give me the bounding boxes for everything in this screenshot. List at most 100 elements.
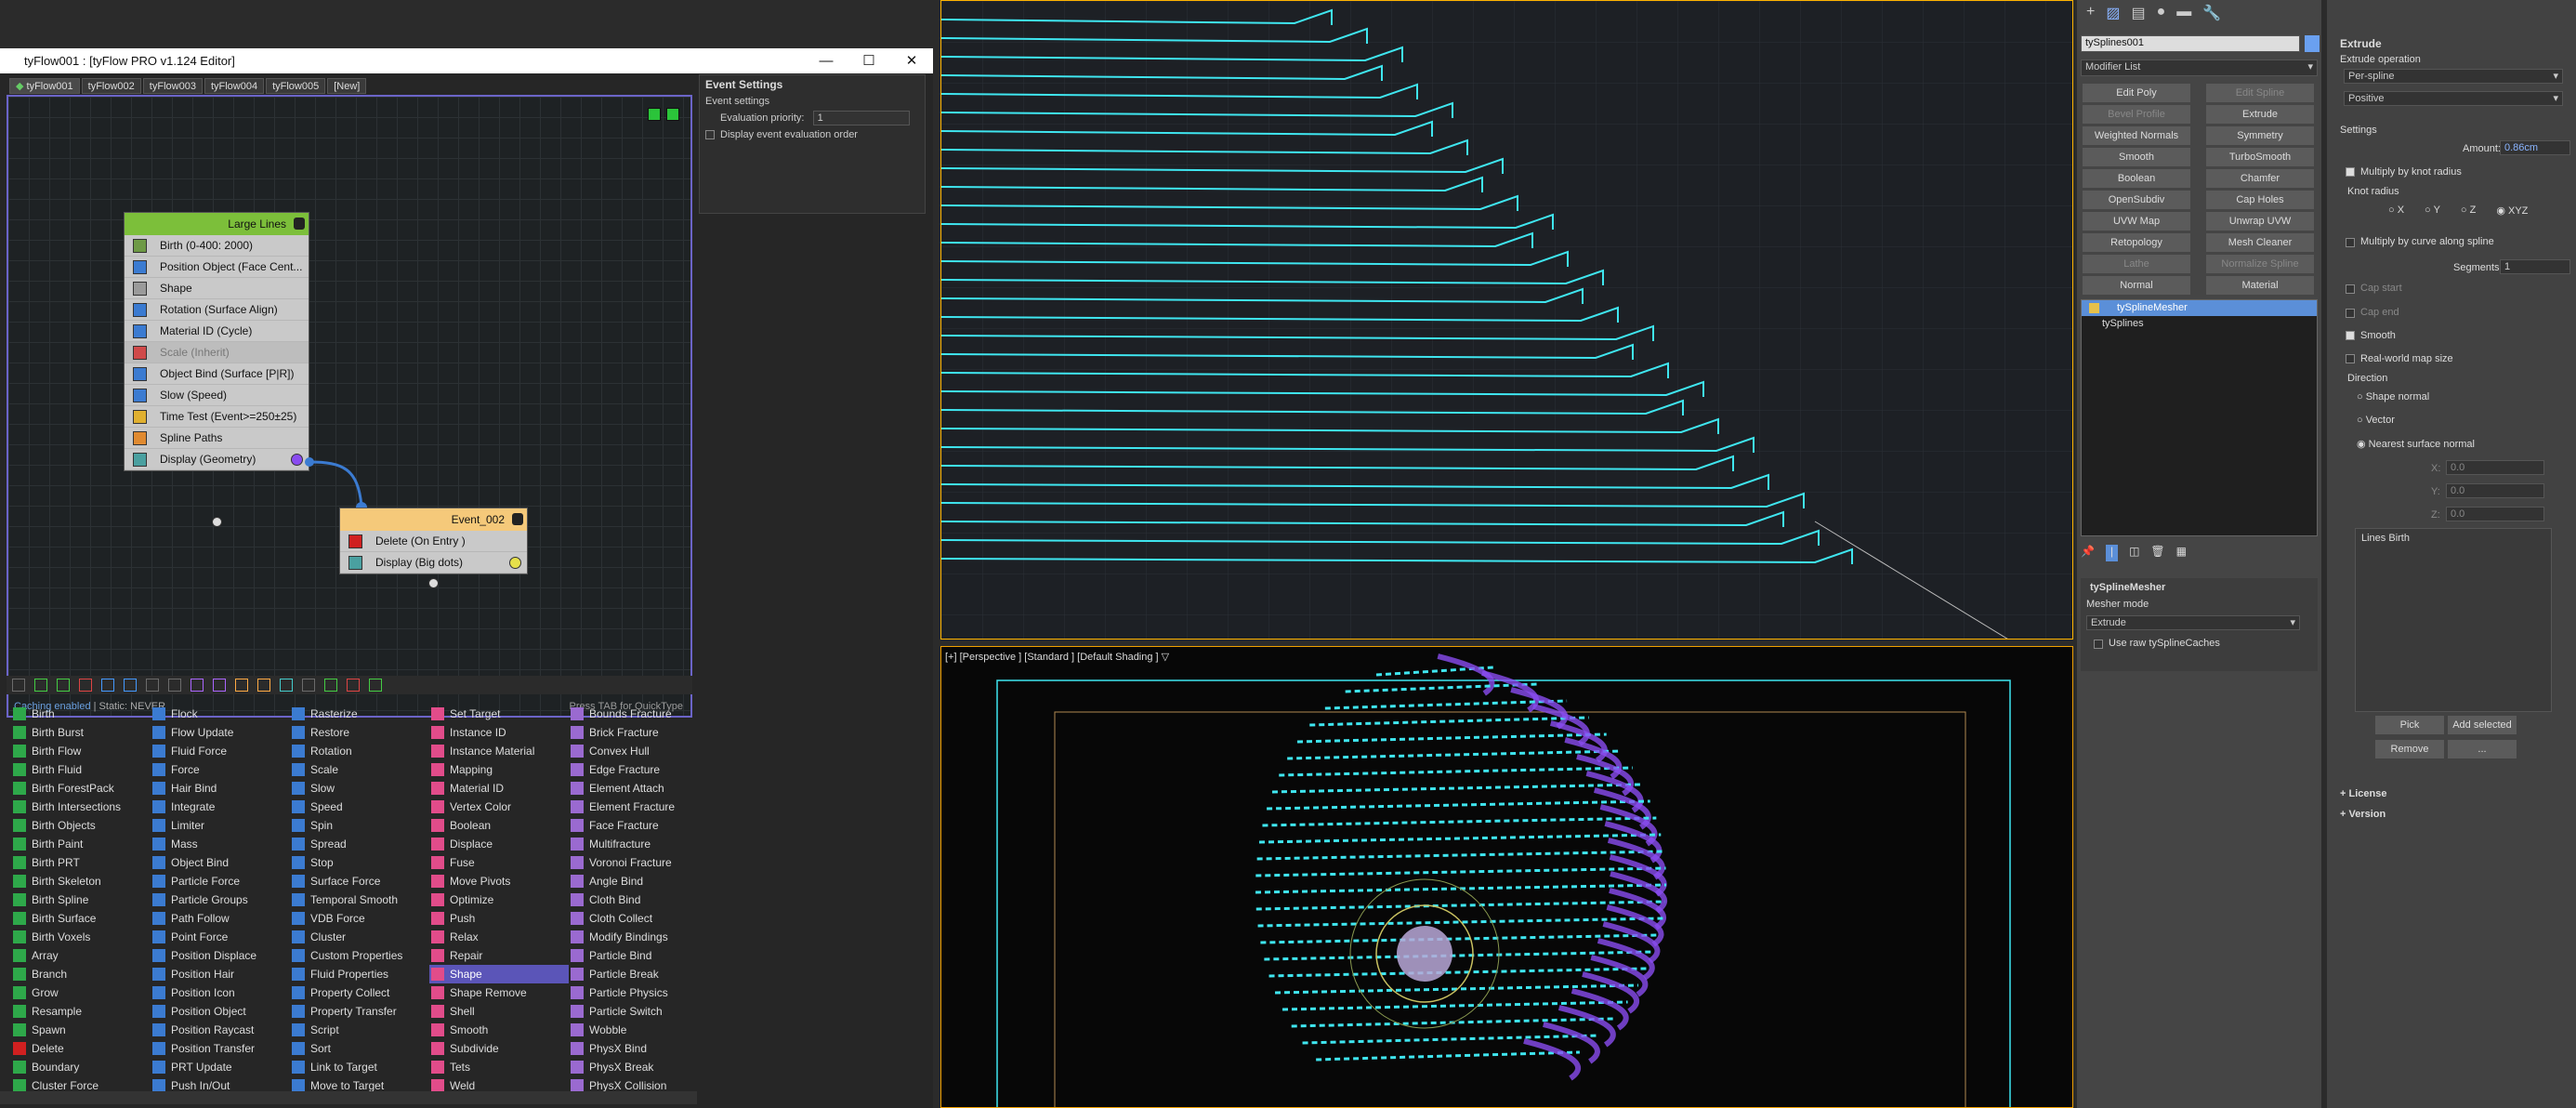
radio-y[interactable]: ○ Y — [2425, 204, 2440, 217]
operator-list-item[interactable]: Scale — [290, 760, 429, 779]
operator-list-item[interactable]: Fuse — [429, 853, 569, 872]
operator-list-item[interactable]: Particle Break — [569, 965, 708, 983]
viewport-top[interactable] — [940, 0, 2073, 640]
operator-list-item[interactable]: Element Fracture — [569, 798, 708, 816]
operator-list-item[interactable]: Array — [11, 946, 151, 965]
operator-list-item[interactable]: Element Attach — [569, 779, 708, 798]
radio-x[interactable]: ○ X — [2388, 204, 2404, 217]
segments-spinner[interactable]: 1 — [2500, 259, 2570, 274]
cap-start-checkbox[interactable] — [2346, 284, 2355, 294]
add-selected-button[interactable]: Add selected — [2448, 716, 2517, 734]
stack-item-tysplines[interactable]: tySplines — [2082, 316, 2317, 332]
tab-tyflow004[interactable]: tyFlow004 — [204, 78, 265, 94]
operator-list-item[interactable]: Object Bind — [151, 853, 290, 872]
object-color-swatch[interactable] — [2305, 35, 2320, 52]
operator-list-item[interactable]: Wobble — [569, 1021, 708, 1039]
operator-list-item[interactable]: Move Pivots — [429, 872, 569, 890]
display-color-swatch[interactable] — [509, 557, 521, 569]
modifier-button[interactable]: Extrude — [2206, 105, 2314, 124]
license-rollout[interactable]: + License — [2340, 788, 2386, 799]
category-icon[interactable] — [34, 679, 47, 692]
operator-list-item[interactable]: Position Displace — [151, 946, 290, 965]
modifier-button[interactable]: TurboSmooth — [2206, 148, 2314, 166]
operator-list-item[interactable]: Script — [290, 1021, 429, 1039]
operator-list-item[interactable]: Mass — [151, 835, 290, 853]
operator-list-item[interactable]: Birth Voxels — [11, 928, 151, 946]
modifier-button[interactable]: Lathe — [2083, 255, 2190, 273]
operator-list-item[interactable]: Fluid Properties — [290, 965, 429, 983]
operator-list-item[interactable]: Resample — [11, 1002, 151, 1021]
operator-list-item[interactable]: Particle Groups — [151, 890, 290, 909]
remove-modifier-icon[interactable]: 🗑 — [2150, 545, 2164, 561]
operator-list-item[interactable]: Modify Bindings — [569, 928, 708, 946]
category-icon[interactable] — [191, 679, 204, 692]
flow-graph-canvas[interactable]: Large Lines Birth (0-400: 2000) Position… — [7, 95, 692, 718]
tab-tyflow002[interactable]: tyFlow002 — [81, 78, 141, 94]
operator-list-item[interactable]: Birth Skeleton — [11, 872, 151, 890]
operator-list-item[interactable]: Temporal Smooth — [290, 890, 429, 909]
use-raw-checkbox[interactable] — [2094, 640, 2103, 649]
modify-icon[interactable]: ▨ — [2106, 4, 2120, 28]
modifier-button[interactable]: Normalize Spline — [2206, 255, 2314, 273]
operator-list-item[interactable]: Bounds Fracture — [569, 705, 708, 723]
operator-list-item[interactable]: Custom Properties — [290, 946, 429, 965]
category-icon[interactable] — [257, 679, 270, 692]
category-icon[interactable] — [302, 679, 315, 692]
operator-list-item[interactable]: Voronoi Fracture — [569, 853, 708, 872]
operator-list-item[interactable]: Boolean — [429, 816, 569, 835]
category-icon[interactable] — [101, 679, 114, 692]
tab-new[interactable]: [New] — [327, 78, 367, 94]
show-end-result-icon[interactable]: | — [2105, 545, 2119, 561]
priority-spinner[interactable]: 1 — [812, 111, 910, 125]
operator-list-item[interactable]: Birth PRT — [11, 853, 151, 872]
radio-vector[interactable]: ○ Vector — [2357, 415, 2395, 426]
operator-list-item[interactable]: Particle Bind — [569, 946, 708, 965]
category-icon[interactable] — [57, 679, 70, 692]
modifier-button[interactable]: Bevel Profile — [2083, 105, 2190, 124]
category-icon[interactable] — [124, 679, 137, 692]
operator-list-item[interactable]: Flow Update — [151, 723, 290, 742]
modifier-button[interactable]: Chamfer — [2206, 169, 2314, 188]
remove-button[interactable]: Remove — [2375, 740, 2444, 758]
operator-list-item[interactable]: Hair Bind — [151, 779, 290, 798]
operator-list-item[interactable]: Cluster — [290, 928, 429, 946]
operator-list-item[interactable]: Property Collect — [290, 983, 429, 1002]
realworld-checkbox[interactable] — [2346, 354, 2355, 363]
operator-list-item[interactable]: Cloth Bind — [569, 890, 708, 909]
operator-list-item[interactable]: Set Target — [429, 705, 569, 723]
operator-list-item[interactable]: Position Hair — [151, 965, 290, 983]
operator-list-item[interactable]: Birth Spline — [11, 890, 151, 909]
operator-list-item[interactable]: Birth Fluid — [11, 760, 151, 779]
category-icon[interactable] — [280, 679, 293, 692]
hierarchy-icon[interactable]: ▤ — [2131, 4, 2145, 28]
surface-object-list[interactable]: Lines Birth — [2355, 528, 2552, 712]
operator-list-item[interactable]: Birth Flow — [11, 742, 151, 760]
operator-list-item[interactable]: PhysX Bind — [569, 1039, 708, 1058]
operator-list-scrollbar[interactable] — [0, 1091, 697, 1104]
operator-list-item[interactable]: Shape — [429, 965, 569, 983]
operator-list-item[interactable]: Push — [429, 909, 569, 928]
minimize-icon[interactable]: — — [805, 48, 848, 73]
operator-list-item[interactable]: Slow — [290, 779, 429, 798]
modifier-list-dropdown[interactable]: Modifier List ▾ — [2081, 59, 2318, 76]
lightbulb-icon[interactable] — [2089, 303, 2099, 313]
motion-icon[interactable]: ● — [2157, 4, 2166, 28]
modifier-button[interactable]: OpenSubdiv — [2083, 191, 2190, 209]
operator-list-item[interactable]: Vertex Color — [429, 798, 569, 816]
operator-list-item[interactable]: Multifracture — [569, 835, 708, 853]
radio-xyz[interactable]: ◉ XYZ — [2496, 204, 2528, 217]
modifier-button[interactable]: Cap Holes — [2206, 191, 2314, 209]
operator-list-item[interactable]: Surface Force — [290, 872, 429, 890]
operator-list-item[interactable]: Position Raycast — [151, 1021, 290, 1039]
operator-list-item[interactable]: Position Icon — [151, 983, 290, 1002]
modifier-button[interactable]: Material — [2206, 276, 2314, 295]
operator-list-item[interactable]: Subdivide — [429, 1039, 569, 1058]
radio-nearest-surface-normal[interactable]: ◉ Nearest surface normal — [2357, 438, 2475, 450]
category-icon[interactable] — [235, 679, 248, 692]
operator-list-item[interactable]: Instance Material — [429, 742, 569, 760]
operator-list-item[interactable]: Face Fracture — [569, 816, 708, 835]
operator-list-item[interactable]: Speed — [290, 798, 429, 816]
object-name-field[interactable]: tySplines001 — [2081, 35, 2300, 52]
operator-list-item[interactable]: Repair — [429, 946, 569, 965]
modifier-button[interactable]: Normal — [2083, 276, 2190, 295]
